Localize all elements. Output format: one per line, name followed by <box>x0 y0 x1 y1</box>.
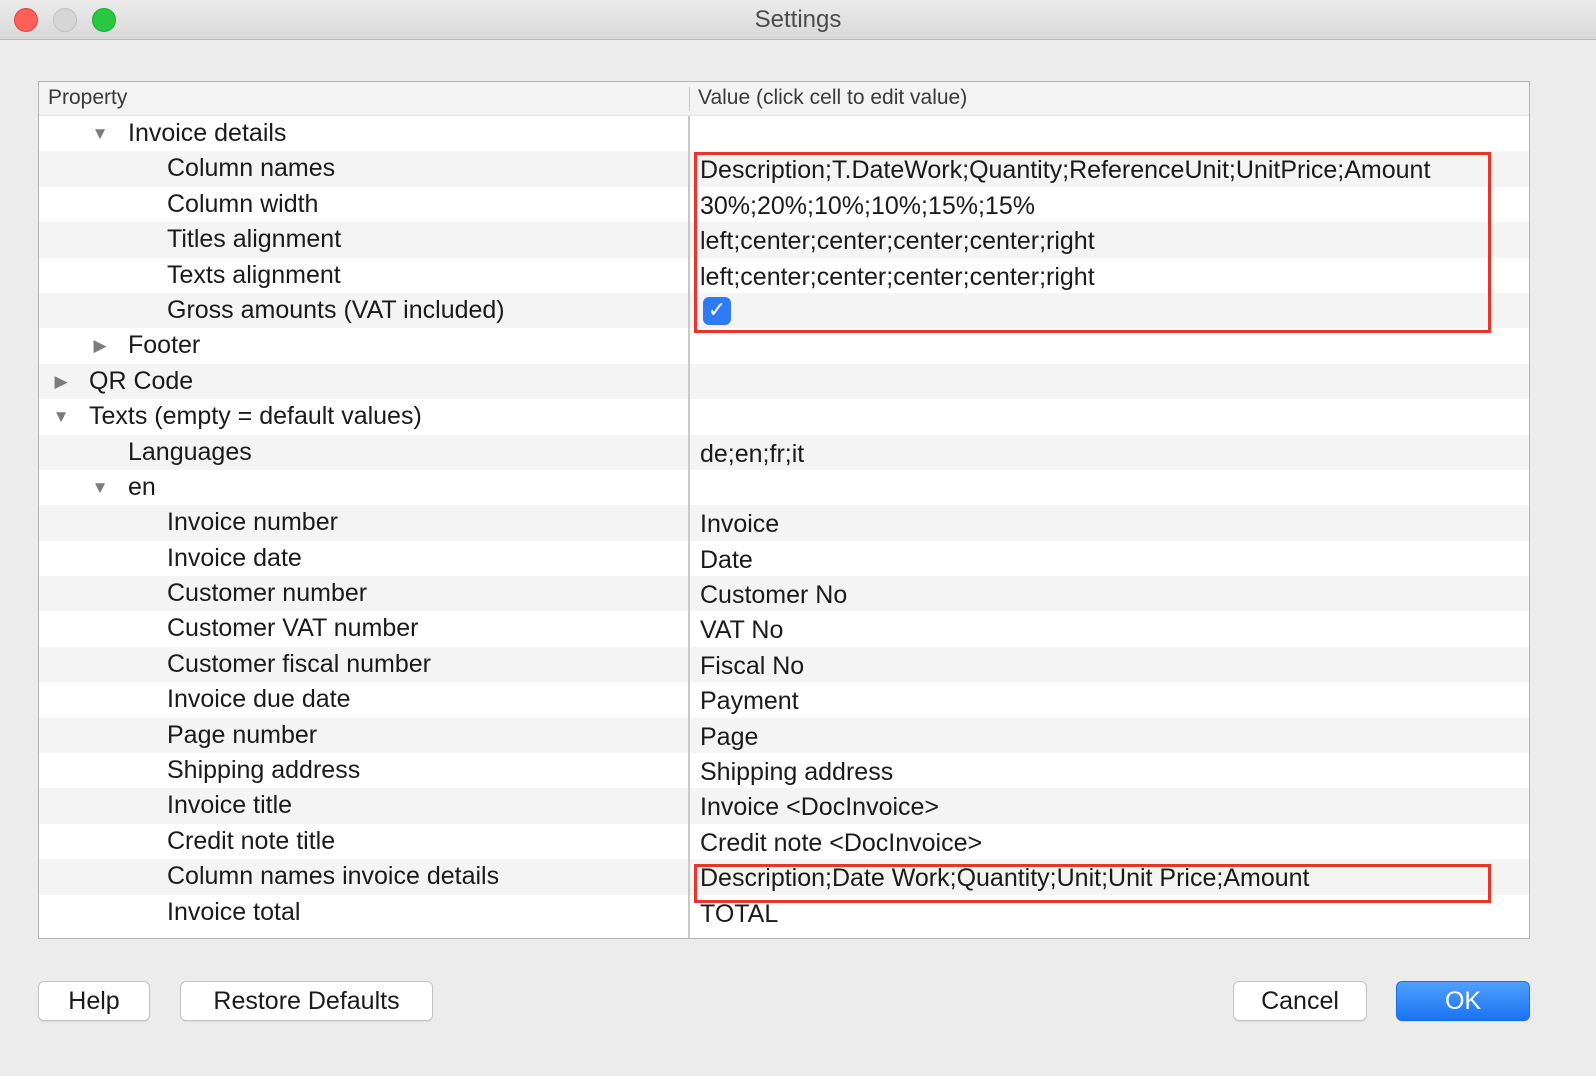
property-label: Languages <box>128 437 252 466</box>
property-label: Invoice title <box>167 791 293 820</box>
property-value[interactable]: left;center;center;center;center;right <box>700 260 1095 295</box>
property-label: Credit note title <box>167 826 336 855</box>
settings-window: Settings Property Value (click cell to e… <box>0 0 1596 1076</box>
property-value[interactable]: Shipping address <box>700 755 893 790</box>
property-label: Invoice number <box>167 508 338 537</box>
table-row-titles-alignment[interactable]: Titles alignment left;center;center;cent… <box>39 222 1529 259</box>
property-label: QR Code <box>89 366 194 395</box>
value-column-header[interactable]: Value (click cell to edit value) <box>698 86 967 110</box>
expand-triangle-icon[interactable]: ▼ <box>90 116 110 151</box>
table-row-customer-number[interactable]: Customer number Customer No <box>39 576 1529 613</box>
window-title: Settings <box>754 6 842 33</box>
property-value[interactable]: VAT No <box>700 613 783 648</box>
property-column-header[interactable]: Property <box>48 86 127 110</box>
property-label: Titles alignment <box>167 225 342 254</box>
property-value[interactable]: Payment <box>700 684 799 719</box>
table-row-texts-alignment[interactable]: Texts alignment left;center;center;cente… <box>39 257 1529 295</box>
table-rows: ▼ Invoice details Column names Descripti… <box>39 116 1529 930</box>
property-label: Gross amounts (VAT included) <box>167 295 505 324</box>
property-label: Customer fiscal number <box>167 649 431 678</box>
table-row-column-names-invoice-details[interactable]: Column names invoice details Description… <box>39 859 1529 896</box>
property-value[interactable]: 30%;20%;10%;10%;15%;15% <box>700 189 1035 224</box>
table-row-invoice-due-date[interactable]: Invoice due date Payment <box>39 682 1529 719</box>
property-value[interactable]: de;en;fr;it <box>700 437 804 472</box>
title-bar: Settings <box>0 0 1596 40</box>
table-row-customer-fiscal-number[interactable]: Customer fiscal number Fiscal No <box>39 646 1529 684</box>
property-value[interactable]: Fiscal No <box>700 649 804 684</box>
table-row-gross-amounts[interactable]: Gross amounts (VAT included) ✓ <box>39 292 1529 329</box>
table-row-column-width[interactable]: Column width 30%;20%;10%;10%;15%;15% <box>39 186 1529 224</box>
property-value[interactable]: TOTAL <box>700 897 778 932</box>
table-row-shipping-address[interactable]: Shipping address Shipping address <box>39 753 1529 790</box>
property-label: Invoice details <box>128 119 287 147</box>
collapsed-triangle-icon[interactable]: ▶ <box>51 364 71 399</box>
property-label: Page number <box>167 720 318 749</box>
property-value[interactable]: Description;Date Work;Quantity;Unit;Unit… <box>700 861 1310 896</box>
property-value[interactable]: Date <box>700 543 753 578</box>
property-value[interactable]: Page <box>700 720 758 755</box>
table-row-invoice-total[interactable]: Invoice total TOTAL <box>39 894 1529 932</box>
cancel-button[interactable]: Cancel <box>1233 981 1367 1021</box>
property-label: Customer VAT number <box>167 614 419 643</box>
table-row-qr-code[interactable]: ▶ QR Code <box>39 363 1529 400</box>
property-value[interactable]: Invoice <DocInvoice> <box>700 790 939 825</box>
table-row-page-number[interactable]: Page number Page <box>39 717 1529 755</box>
property-value[interactable]: Description;T.DateWork;Quantity;Referenc… <box>700 153 1430 188</box>
expand-triangle-icon[interactable]: ▼ <box>90 470 110 505</box>
property-label: Invoice due date <box>167 685 351 714</box>
property-label: Texts alignment <box>167 260 341 289</box>
property-label: en <box>128 472 156 501</box>
table-row-invoice-details[interactable]: ▼ Invoice details <box>39 116 1529 152</box>
table-row-languages[interactable]: Languages de;en;fr;it <box>39 434 1529 472</box>
property-label: Shipping address <box>167 756 361 785</box>
property-value[interactable]: left;center;center;center;center;right <box>700 224 1095 259</box>
property-value[interactable]: Customer No <box>700 578 847 613</box>
property-label: Footer <box>128 331 201 360</box>
table-row-invoice-date[interactable]: Invoice date Date <box>39 540 1529 578</box>
collapsed-triangle-icon[interactable]: ▶ <box>90 328 110 363</box>
column-divider[interactable] <box>688 116 690 938</box>
table-row-invoice-title[interactable]: Invoice title Invoice <DocInvoice> <box>39 788 1529 825</box>
table-row-footer[interactable]: ▶ Footer <box>39 328 1529 364</box>
property-label: Column names <box>167 154 336 183</box>
restore-defaults-button[interactable]: Restore Defaults <box>180 981 433 1021</box>
header-divider <box>689 87 690 111</box>
help-button[interactable]: Help <box>38 981 150 1021</box>
expand-triangle-icon[interactable]: ▼ <box>51 399 71 434</box>
properties-table: Property Value (click cell to edit value… <box>38 81 1530 939</box>
table-row-texts[interactable]: ▼ Texts (empty = default values) <box>39 399 1529 435</box>
property-label: Column names invoice details <box>167 862 500 891</box>
property-label: Texts (empty = default values) <box>89 402 422 431</box>
table-row-customer-vat-number[interactable]: Customer VAT number VAT No <box>39 611 1529 648</box>
property-value[interactable]: Invoice <box>700 507 779 542</box>
table-row-en[interactable]: ▼ en <box>39 469 1529 506</box>
property-label: Customer number <box>167 579 368 608</box>
ok-button[interactable]: OK <box>1396 981 1530 1021</box>
table-row-column-names[interactable]: Column names Description;T.DateWork;Quan… <box>39 151 1529 188</box>
table-row-credit-note-title[interactable]: Credit note title Credit note <DocInvoic… <box>39 823 1529 861</box>
table-row-invoice-number[interactable]: Invoice number Invoice <box>39 505 1529 542</box>
gross-amounts-checkbox[interactable]: ✓ <box>703 296 731 325</box>
property-label: Invoice total <box>167 897 301 926</box>
property-label: Column width <box>167 189 319 218</box>
table-header: Property Value (click cell to edit value… <box>39 82 1529 116</box>
property-value[interactable]: Credit note <DocInvoice> <box>700 826 982 861</box>
property-label: Invoice date <box>167 543 302 572</box>
